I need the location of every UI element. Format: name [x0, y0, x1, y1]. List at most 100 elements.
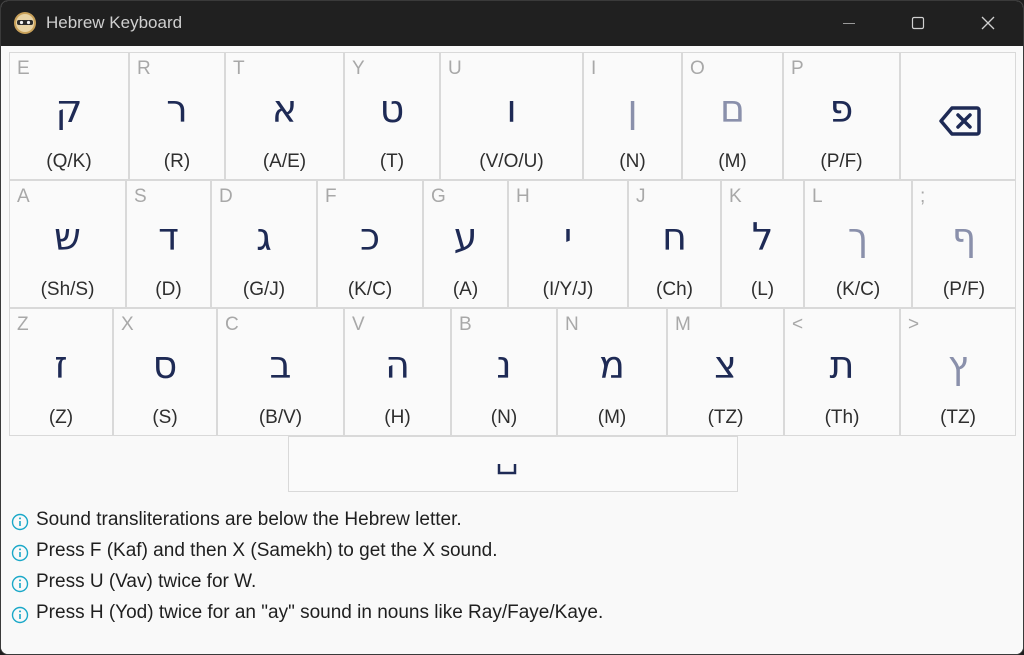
transliteration: (K/C) — [347, 279, 393, 300]
transliteration: (D) — [155, 279, 182, 300]
note-text: Press F (Kaf) and then X (Samekh) to get… — [36, 540, 498, 561]
key-b[interactable]: B נ (N) — [451, 308, 557, 436]
key-i[interactable]: I ן (N) — [583, 52, 682, 180]
hebrew-letter: ן — [627, 87, 638, 131]
transliteration: (TZ) — [707, 407, 744, 428]
space-icon — [497, 464, 517, 475]
key-label: M — [675, 314, 691, 335]
transliteration: (B/V) — [258, 407, 303, 428]
transliteration: (TZ) — [940, 407, 976, 428]
key-s[interactable]: S ד (D) — [126, 180, 211, 308]
info-icon — [11, 575, 29, 593]
hebrew-letter: ץ — [947, 343, 969, 387]
key-g[interactable]: G ע (A) — [423, 180, 508, 308]
key-label: S — [134, 186, 147, 207]
key-l[interactable]: L ך (K/C) — [804, 180, 912, 308]
key-label: Y — [352, 58, 365, 79]
hebrew-letter: מ — [599, 343, 625, 387]
info-icon — [11, 544, 29, 562]
hebrew-letter: צ — [714, 343, 737, 387]
transliteration: (Th) — [824, 407, 860, 428]
space-key[interactable] — [288, 436, 738, 492]
key-x[interactable]: X ס (S) — [113, 308, 217, 436]
transliteration: (M) — [597, 407, 627, 428]
key-a[interactable]: A ש (Sh/S) — [9, 180, 126, 308]
transliteration: (A/E) — [262, 151, 307, 172]
key-m[interactable]: M צ (TZ) — [667, 308, 784, 436]
app-logo-icon — [14, 12, 36, 34]
transliteration: (T) — [379, 151, 405, 172]
key-d[interactable]: D ג (G/J) — [211, 180, 317, 308]
key-less-than[interactable]: < ת (Th) — [784, 308, 900, 436]
backspace-icon — [939, 106, 981, 136]
app-window: Hebrew Keyboard E ק (Q/K) R ר (R) T א (A/E) Y — [0, 0, 1024, 655]
title-bar[interactable]: Hebrew Keyboard — [1, 1, 1023, 46]
key-label: F — [325, 186, 337, 207]
transliteration: (P/F) — [942, 279, 986, 300]
note-text: Press H (Yod) twice for an "ay" sound in… — [36, 602, 604, 623]
key-c[interactable]: C ב (B/V) — [217, 308, 344, 436]
key-v[interactable]: V ה (H) — [344, 308, 451, 436]
key-p[interactable]: P פ (P/F) — [783, 52, 900, 180]
note-text: Sound transliterations are below the Heb… — [36, 509, 462, 530]
key-label: A — [17, 186, 30, 207]
key-label: T — [233, 58, 245, 79]
transliteration: (M) — [718, 151, 747, 172]
transliteration: (S) — [152, 407, 178, 428]
key-label: U — [448, 58, 462, 79]
hebrew-letter: ם — [719, 87, 746, 131]
key-j[interactable]: J ח (Ch) — [628, 180, 721, 308]
hebrew-letter: פ — [829, 87, 854, 131]
hebrew-letter: ה — [385, 343, 410, 387]
key-label: E — [17, 58, 30, 79]
key-label: > — [908, 314, 920, 335]
transliteration: (L) — [750, 279, 775, 300]
minimize-button[interactable] — [826, 1, 872, 46]
info-icon — [11, 513, 29, 531]
key-y[interactable]: Y ט (T) — [344, 52, 440, 180]
key-h[interactable]: H י (I/Y/J) — [508, 180, 628, 308]
minimize-icon — [843, 23, 855, 24]
transliteration: (Z) — [48, 407, 74, 428]
hebrew-letter: כ — [359, 215, 381, 259]
close-icon — [981, 16, 995, 30]
hebrew-letter: ט — [379, 87, 405, 131]
maximize-button[interactable] — [895, 1, 941, 46]
key-t[interactable]: T א (A/E) — [225, 52, 344, 180]
key-label: C — [225, 314, 239, 335]
hebrew-letter: ו — [506, 87, 517, 131]
key-o[interactable]: O ם (M) — [682, 52, 783, 180]
key-label: B — [459, 314, 472, 335]
key-f[interactable]: F כ (K/C) — [317, 180, 423, 308]
key-greater-than[interactable]: > ץ (TZ) — [900, 308, 1016, 436]
backspace-key[interactable] — [900, 52, 1016, 180]
hebrew-letter: ל — [751, 215, 774, 259]
hebrew-letter: ר — [166, 87, 188, 131]
keyboard-area: E ק (Q/K) R ר (R) T א (A/E) Y ט (T) U ו (V/O/U) I ן (N) O ם… — [1, 46, 1023, 654]
close-button[interactable] — [965, 1, 1011, 46]
hebrew-letter: ש — [54, 215, 81, 259]
key-label: X — [121, 314, 134, 335]
key-semicolon[interactable]: ; ף (P/F) — [912, 180, 1016, 308]
hebrew-letter: ס — [152, 343, 178, 387]
maximize-icon — [911, 16, 925, 30]
transliteration: (Sh/S) — [40, 279, 95, 300]
key-e[interactable]: E ק (Q/K) — [9, 52, 129, 180]
key-label: R — [137, 58, 151, 79]
transliteration: (K/C) — [835, 279, 881, 300]
transliteration: (V/O/U) — [479, 151, 544, 172]
key-label: G — [431, 186, 446, 207]
transliteration: (N) — [490, 407, 518, 428]
note-text: Press U (Vav) twice for W. — [36, 571, 257, 592]
key-u[interactable]: U ו (V/O/U) — [440, 52, 583, 180]
key-z[interactable]: Z ז (Z) — [9, 308, 113, 436]
hebrew-letter: ת — [829, 343, 855, 387]
key-k[interactable]: K ל (L) — [721, 180, 804, 308]
key-n[interactable]: N מ (M) — [557, 308, 667, 436]
hebrew-letter: ח — [662, 215, 687, 259]
hebrew-letter: ף — [951, 215, 977, 259]
transliteration: (R) — [163, 151, 191, 172]
key-label: H — [516, 186, 530, 207]
key-r[interactable]: R ר (R) — [129, 52, 225, 180]
transliteration: (P/F) — [820, 151, 863, 172]
